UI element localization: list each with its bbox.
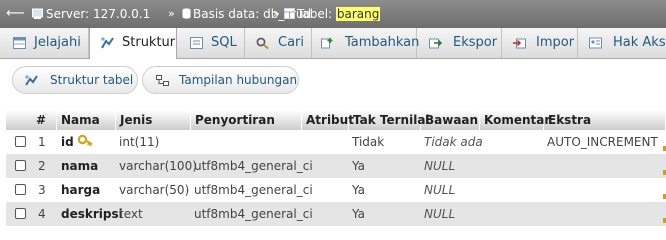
breadcrumb-table[interactable]: Tabel: barang: [297, 7, 381, 21]
column-header-comment[interactable]: Komentar: [480, 110, 550, 130]
row-number: 2: [38, 159, 46, 173]
column-type: text: [119, 207, 143, 221]
column-name: id: [61, 135, 74, 149]
tab-import[interactable]: Impor: [502, 28, 578, 58]
insert-icon: [321, 38, 333, 49]
row-number: 3: [38, 183, 46, 197]
column-extra: AUTO_INCREMENT: [547, 135, 658, 149]
row-checkbox[interactable]: [15, 136, 26, 147]
tab-label: Cari: [278, 35, 304, 50]
tab-export[interactable]: Ekspor: [417, 28, 502, 58]
tab-insert[interactable]: Tambahkan: [312, 28, 420, 58]
row-checkbox[interactable]: [15, 184, 26, 195]
structure-icon: [101, 37, 114, 49]
column-header-attributes[interactable]: Atribut: [302, 110, 354, 130]
column-default: Tidak ada: [424, 135, 483, 149]
tab-label: SQL: [211, 35, 237, 50]
column-collation: utf8mb4_general_ci: [194, 207, 313, 221]
breadcrumb-separator: »: [273, 7, 280, 20]
breadcrumb-server[interactable]: Server: 127.0.0.1: [46, 7, 150, 21]
breadcrumb-separator: »: [168, 7, 175, 20]
column-null: Tidak: [352, 135, 385, 149]
column-collation: utf8mb4_general_ci: [194, 159, 313, 173]
tab-sql[interactable]: SQL: [177, 28, 245, 58]
column-header-type[interactable]: Jenis: [116, 110, 191, 130]
export-icon: [429, 38, 442, 49]
sql-icon: [190, 37, 203, 49]
button-label: Struktur tabel: [50, 73, 134, 87]
tab-privileges[interactable]: Hak Akses: [578, 28, 666, 58]
tab-label: Hak Akses: [613, 35, 666, 50]
table-header: # Nama Jenis Penyortiran Atribut Tak Ter…: [6, 110, 666, 130]
privileges-icon: [589, 37, 602, 49]
tab-label: Impor: [536, 35, 575, 50]
column-name: harga: [61, 183, 101, 197]
tab-browse[interactable]: Jelajahi: [0, 28, 89, 58]
structure-icon: [25, 75, 38, 86]
server-icon: [32, 8, 43, 19]
tab-label: Struktur: [122, 35, 176, 50]
column-header-collation[interactable]: Penyortiran: [191, 110, 302, 130]
column-default: NULL: [424, 207, 456, 221]
tab-label: Tambahkan: [345, 35, 420, 50]
import-icon: [513, 38, 526, 49]
row-number: 4: [38, 207, 46, 221]
table-row[interactable]: 1 id int(11) Tidak Tidak ada AUTO_INCREM…: [6, 130, 666, 154]
tab-label: Jelajahi: [34, 35, 81, 50]
row-checkbox[interactable]: [15, 160, 26, 171]
tab-structure[interactable]: Struktur: [89, 28, 177, 59]
search-icon: [256, 37, 269, 49]
column-name: nama: [61, 159, 99, 173]
row-number: 1: [38, 135, 46, 149]
button-label: Tampilan hubungan: [179, 73, 298, 87]
column-default: NULL: [424, 183, 456, 197]
tab-search[interactable]: Cari: [245, 28, 312, 58]
relation-view-button[interactable]: Tampilan hubungan: [142, 66, 299, 94]
table-icon: [284, 8, 295, 19]
back-arrow-icon[interactable]: ⟵: [6, 6, 25, 21]
row-checkbox[interactable]: [15, 208, 26, 219]
column-header-default[interactable]: Bawaan: [421, 110, 480, 130]
primary-key-icon: [78, 134, 93, 147]
relation-icon: [156, 75, 169, 86]
column-name: deskripsi: [61, 207, 123, 221]
database-icon: [182, 8, 191, 19]
table-structure-button[interactable]: Struktur tabel: [12, 66, 138, 94]
table-row[interactable]: 2 nama varchar(100) utf8mb4_general_ci Y…: [6, 154, 666, 178]
column-type: int(11): [119, 135, 160, 149]
table-row[interactable]: 3 harga varchar(50) utf8mb4_general_ci Y…: [6, 178, 666, 202]
table-row[interactable]: 4 deskripsi text utf8mb4_general_ci Ya N…: [6, 202, 666, 226]
column-null: Ya: [352, 159, 366, 173]
column-header-extra[interactable]: Ekstra: [544, 110, 666, 130]
tab-label: Ekspor: [453, 35, 498, 50]
browse-icon: [13, 37, 26, 49]
column-header-name[interactable]: Nama: [57, 110, 116, 130]
breadcrumb-table-prefix: Tabel:: [297, 7, 333, 21]
column-null: Ya: [352, 207, 366, 221]
column-type: varchar(50): [119, 183, 190, 197]
column-type: varchar(100): [119, 159, 197, 173]
breadcrumb-table-name: barang: [335, 7, 381, 21]
breadcrumb: ⟵ Server: 127.0.0.1 » Basis data: db_cru…: [0, 0, 666, 28]
column-collation: utf8mb4_general_ci: [194, 183, 313, 197]
column-default: NULL: [424, 159, 456, 173]
column-header-number: #: [32, 110, 57, 130]
tab-bar: Jelajahi Struktur SQL Cari Tambahkan Eks…: [0, 28, 666, 59]
column-header-null[interactable]: Tak Ternilai: [349, 110, 430, 130]
column-null: Ya: [352, 183, 366, 197]
